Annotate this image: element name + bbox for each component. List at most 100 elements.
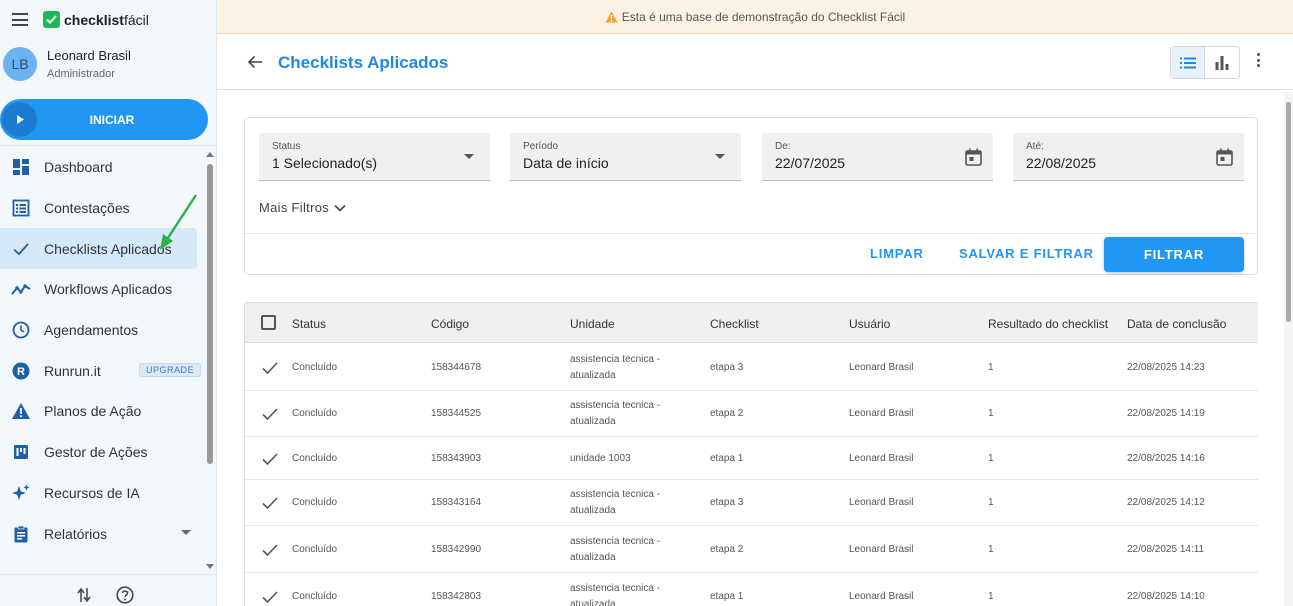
date-from-field[interactable]: De: 22/07/2025 bbox=[762, 133, 993, 181]
warning-icon bbox=[11, 401, 31, 421]
check-icon bbox=[262, 408, 278, 421]
help-icon[interactable] bbox=[116, 586, 134, 604]
hamburger-menu-icon[interactable] bbox=[12, 13, 28, 26]
view-toggle bbox=[1170, 46, 1240, 79]
date-to-field[interactable]: Até: 22/08/2025 bbox=[1013, 133, 1244, 181]
sidebar-item-dashboard[interactable]: Dashboard bbox=[0, 147, 204, 188]
filter-button[interactable]: FILTRAR bbox=[1104, 237, 1244, 272]
logo-text: checklistfácil bbox=[64, 11, 149, 28]
select-all-checkbox[interactable] bbox=[261, 315, 276, 330]
cell-code[interactable]: 158344678 bbox=[431, 360, 481, 376]
cell-status: Concluído bbox=[292, 408, 338, 419]
calendar-icon[interactable] bbox=[965, 148, 982, 166]
dashboard-icon bbox=[11, 157, 31, 177]
warning-icon bbox=[605, 11, 618, 22]
cell-checklist: etapa 3 bbox=[710, 497, 744, 508]
sidebar-item-relatorios[interactable]: Relatórios bbox=[0, 513, 204, 554]
more-options-icon[interactable] bbox=[1257, 53, 1261, 70]
cell-unit-line1: assistencia tecnica - bbox=[570, 536, 661, 547]
cell-user: Leonard Brasil bbox=[849, 544, 914, 555]
scroll-down-icon[interactable] bbox=[206, 564, 214, 569]
sort-arrows-icon[interactable] bbox=[77, 587, 91, 603]
table-row[interactable]: Concluído 158344678 assistencia tecnica -a… bbox=[245, 344, 1258, 391]
sidebar-item-label: Runrun.it bbox=[44, 362, 101, 379]
column-header-codigo[interactable]: Código bbox=[431, 317, 469, 331]
status-select[interactable]: Status 1 Selecionado(s) bbox=[259, 133, 490, 181]
trend-icon bbox=[11, 279, 31, 299]
more-filters-label: Mais Filtros bbox=[259, 200, 330, 215]
upgrade-badge[interactable]: UPGRADE bbox=[139, 363, 202, 378]
cell-date: 22/08/2025 14:10 bbox=[1127, 591, 1205, 602]
date-from-value: 22/07/2025 bbox=[775, 155, 846, 171]
cell-result: 1 bbox=[988, 497, 994, 508]
cell-code[interactable]: 158344525 bbox=[431, 406, 481, 422]
cell-unit-line2: atualizada bbox=[570, 505, 616, 516]
column-header-checklist[interactable]: Checklist bbox=[710, 317, 759, 331]
cell-result: 1 bbox=[988, 362, 994, 373]
sidebar-scroll-thumb[interactable] bbox=[207, 164, 213, 464]
dropdown-caret-icon bbox=[715, 154, 725, 159]
filter-divider bbox=[245, 233, 1257, 234]
demo-banner: Esta é uma base de demonstração do Check… bbox=[217, 0, 1293, 34]
sidebar-item-label: Recursos de IA bbox=[44, 484, 140, 501]
check-icon bbox=[262, 590, 278, 603]
sidebar-item-label: Planos de Ação bbox=[44, 403, 142, 420]
column-header-status[interactable]: Status bbox=[292, 317, 326, 331]
date-to-label: Até: bbox=[1026, 141, 1044, 152]
list-view-button[interactable] bbox=[1171, 47, 1206, 78]
cell-unit-line1: assistencia tecnica - bbox=[570, 400, 661, 411]
logo-check-icon bbox=[43, 11, 60, 28]
column-header-unidade[interactable]: Unidade bbox=[570, 317, 615, 331]
calendar-icon[interactable] bbox=[1216, 148, 1233, 166]
sidebar-item-workflows[interactable]: Workflows Aplicados bbox=[0, 269, 204, 310]
table-row[interactable]: Concluído 158342990 assistencia tecnica -a… bbox=[245, 526, 1258, 573]
cell-unit-line1: unidade 1003 bbox=[570, 453, 631, 464]
sidebar-item-label: Workflows Aplicados bbox=[44, 281, 173, 298]
user-profile[interactable]: LB Leonard Brasil Administrador bbox=[3, 47, 131, 81]
sidebar-item-label: Relatórios bbox=[44, 525, 108, 542]
svg-text:R: R bbox=[17, 366, 25, 378]
sidebar-item-gestor-de-acoes[interactable]: Gestor de Ações bbox=[0, 432, 204, 473]
start-button[interactable]: INICIAR bbox=[0, 99, 208, 140]
cell-code[interactable]: 158343164 bbox=[431, 495, 481, 511]
column-header-data-conclusao[interactable]: Data de conclusão bbox=[1127, 317, 1226, 331]
chart-view-button[interactable] bbox=[1205, 47, 1239, 78]
cell-code[interactable]: 158343903 bbox=[431, 451, 481, 467]
clear-button[interactable]: LIMPAR bbox=[870, 246, 924, 261]
scroll-up-icon[interactable] bbox=[206, 152, 214, 157]
cell-checklist: etapa 1 bbox=[710, 453, 744, 464]
sidebar-item-agendamentos[interactable]: Agendamentos bbox=[0, 310, 204, 351]
cell-status: Concluído bbox=[292, 497, 338, 508]
table-row[interactable]: Concluído 158342803 assistencia tecnica -a… bbox=[245, 573, 1258, 606]
list-view-icon bbox=[1179, 57, 1196, 68]
table-row[interactable]: Concluído 158343164 assistencia tecnica -a… bbox=[245, 480, 1258, 526]
cell-user: Leonard Brasil bbox=[849, 591, 914, 602]
filter-button-label: FILTRAR bbox=[1143, 247, 1205, 262]
page-header: Checklists Aplicados bbox=[217, 35, 1293, 90]
kanban-icon bbox=[11, 442, 31, 462]
user-name: Leonard Brasil bbox=[47, 48, 131, 63]
main-scroll-thumb[interactable] bbox=[1286, 102, 1291, 322]
sidebar-scrollbar[interactable] bbox=[206, 152, 214, 572]
sidebar: checklistfácil LB Leonard Brasil Adminis… bbox=[0, 0, 217, 606]
main-scrollbar[interactable] bbox=[1284, 92, 1293, 606]
sidebar-item-runrun[interactable]: R Runrun.it UPGRADE bbox=[0, 350, 204, 391]
table-row[interactable]: Concluído 158344525 assistencia tecnica -a… bbox=[245, 391, 1258, 437]
cell-code[interactable]: 158342803 bbox=[431, 589, 481, 605]
checklists-table: Status Código Unidade Checklist Usuário … bbox=[244, 302, 1258, 606]
more-filters-toggle[interactable]: Mais Filtros bbox=[259, 200, 346, 215]
periodo-select[interactable]: Período Data de início bbox=[510, 133, 741, 181]
column-header-resultado[interactable]: Resultado do checklist bbox=[988, 317, 1108, 331]
column-header-usuario[interactable]: Usuário bbox=[849, 317, 890, 331]
sidebar-item-recursos-ia[interactable]: Recursos de IA bbox=[0, 473, 204, 514]
back-arrow-icon[interactable] bbox=[247, 54, 263, 70]
cell-code[interactable]: 158342990 bbox=[431, 542, 481, 558]
chevron-down-icon[interactable] bbox=[181, 530, 191, 536]
app-logo[interactable]: checklistfácil bbox=[43, 11, 149, 28]
green-arrow-annotation-icon bbox=[160, 194, 198, 250]
cell-date: 22/08/2025 14:19 bbox=[1127, 408, 1205, 419]
table-row[interactable]: Concluído 158343903 unidade 1003 etapa 1 Leo… bbox=[245, 437, 1258, 480]
sidebar-item-planos-de-acao[interactable]: Planos de Ação bbox=[0, 391, 204, 432]
save-and-filter-button[interactable]: SALVAR E FILTRAR bbox=[959, 246, 1094, 261]
avatar: LB bbox=[3, 47, 37, 81]
